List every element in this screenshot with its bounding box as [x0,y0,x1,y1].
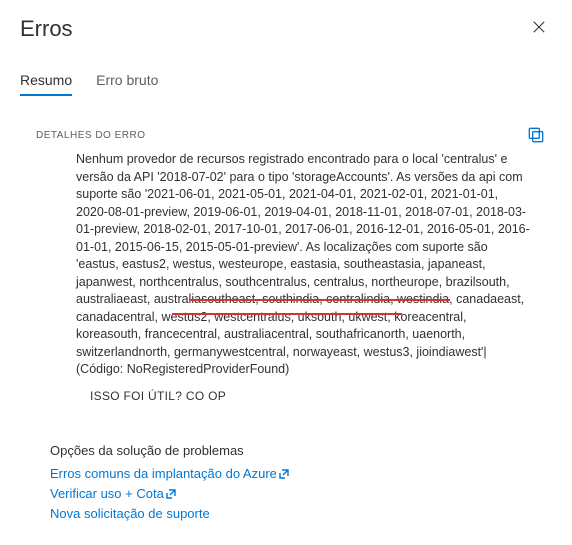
copy-button[interactable] [526,125,546,145]
troubleshoot-links: Erros comuns da implantação do Azure Ver… [50,466,552,525]
link-new-support-request[interactable]: Nova solicitação de suporte [50,506,210,521]
link-check-usage[interactable]: Verificar uso + [50,486,133,501]
feedback-prompt: ISSO FOI ÚTIL? CO OP [90,389,552,403]
panel-title: Erros [20,16,73,42]
tab-summary[interactable]: Resumo [20,66,72,96]
close-icon [532,20,546,34]
tab-raw-error[interactable]: Erro bruto [96,66,158,96]
link-common-errors-label: Erros comuns da implantação do Azure [50,466,277,481]
link-quota[interactable]: Cota [136,486,175,502]
link-quota-label: Cota [136,486,163,501]
external-link-icon [166,487,176,502]
close-button[interactable] [526,16,552,41]
link-common-errors[interactable]: Erros comuns da implantação do Azure [50,466,289,482]
tab-bar: Resumo Erro bruto [20,66,552,97]
external-link-icon [279,467,289,482]
error-details-heading: DETALHES DO ERRO [36,130,146,141]
error-message: Nenhum provedor de recursos registrado e… [20,145,552,379]
troubleshoot-heading: Opções da solução de problemas [50,443,552,458]
link-check-usage-label: Verificar uso + [50,486,133,501]
copy-icon [526,125,546,145]
error-message-text: Nenhum provedor de recursos registrado e… [76,152,530,376]
